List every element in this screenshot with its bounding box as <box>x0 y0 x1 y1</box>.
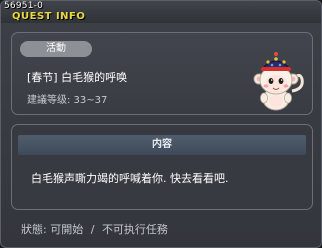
quest-status: 狀態: 可開始 / 不可执行任務 <box>21 221 168 237</box>
window-title: QUEST INFO <box>12 11 86 22</box>
status-label: 狀態: <box>21 223 47 236</box>
status-separator: / <box>90 223 95 236</box>
status-can-start: 可開始 <box>50 223 84 236</box>
quest-content-panel: 内容 白毛猴声嘶力竭的呼喊着你. 快去看看吧. <box>11 124 313 210</box>
level-requirement: 建議等级: 33~37 <box>27 95 108 106</box>
category-badge: 活動 <box>20 41 92 57</box>
quest-name: [春节] 白毛猴的呼唤 <box>27 71 128 84</box>
quest-summary-panel: 活動 [春节] 白毛猴的呼唤 建議等级: 33~37 <box>11 32 313 115</box>
quest-info-window: 56951-0 QUEST INFO 活動 [春节] 白毛猴的呼唤 建議等级: … <box>0 0 322 248</box>
monkey-npc-icon <box>253 52 304 111</box>
quest-description: 白毛猴声嘶力竭的呼喊着你. 快去看看吧. <box>31 172 229 185</box>
content-header: 内容 <box>18 135 306 155</box>
status-cannot-do: 不可执行任務 <box>101 223 168 236</box>
quest-id: 56951-0 <box>4 1 44 11</box>
